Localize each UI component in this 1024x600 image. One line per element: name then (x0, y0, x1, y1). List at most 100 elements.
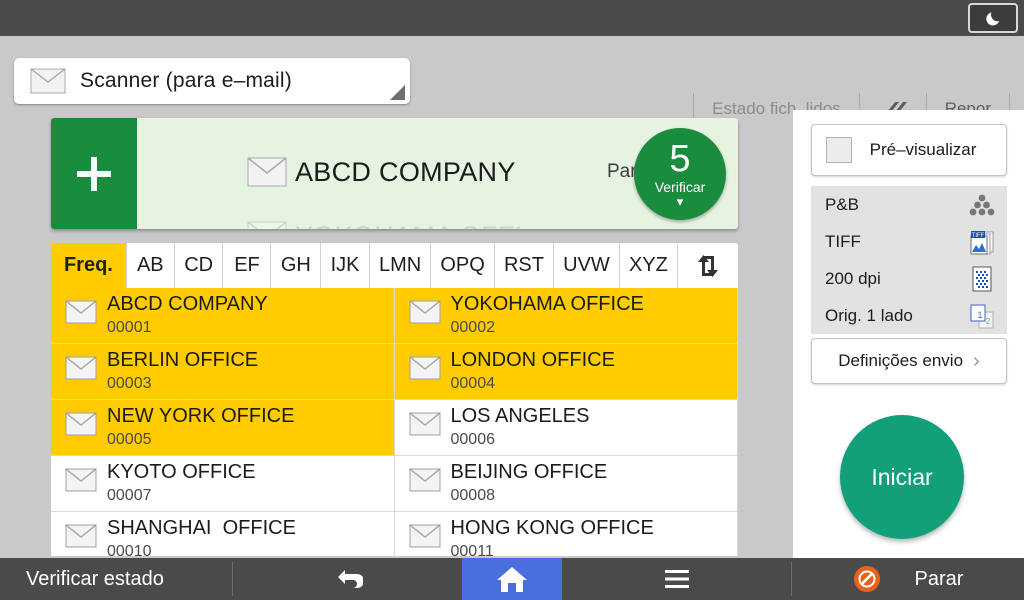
address-name: LONDON OFFICE (450, 349, 615, 371)
recipient-name: ABCD COMPANY (295, 156, 516, 187)
recipient-count: 5 (669, 137, 691, 180)
address-entry[interactable]: NEW YORK OFFICE 00005 (51, 400, 395, 456)
setting-label: TIFF (825, 231, 861, 251)
envelope-icon (65, 412, 97, 436)
plus-icon (91, 156, 97, 191)
preview-toggle[interactable]: Pré–visualizar (811, 124, 1007, 176)
address-name: ABCD COMPANY (107, 293, 268, 315)
address-name: KYOTO OFFICE (107, 461, 256, 483)
bottom-bar: Verificar estado Parar (0, 558, 1024, 600)
address-id: 00004 (450, 375, 496, 392)
envelope-icon (65, 468, 97, 492)
stop-icon (853, 566, 880, 592)
sleep-mode-button[interactable] (968, 3, 1018, 33)
check-status-button[interactable]: Verificar estado (0, 558, 232, 600)
back-button[interactable] (233, 558, 462, 600)
add-recipient-button[interactable] (51, 118, 137, 229)
dropdown-corner-icon (390, 85, 405, 100)
address-name: LOS ANGELES (450, 405, 590, 427)
check-label: Verificar (654, 178, 706, 195)
tab-ijk[interactable]: IJK (321, 243, 370, 288)
address-entry[interactable]: BERLIN OFFICE 00003 (51, 344, 395, 400)
swap-arrows-icon (698, 254, 719, 277)
switch-list-button[interactable] (678, 243, 738, 288)
start-button-label: Iniciar (871, 463, 933, 490)
check-status-label: Verificar estado (26, 567, 164, 590)
address-id: 00006 (450, 431, 496, 448)
tab-lmn[interactable]: LMN (369, 243, 432, 288)
tab-cd[interactable]: CD (174, 243, 224, 288)
svg-text:TIFF: TIFF (972, 233, 985, 239)
preview-label: Pré–visualizar (869, 140, 977, 159)
envelope-icon (409, 468, 440, 492)
tab-uvw[interactable]: UVW (554, 243, 620, 288)
address-list: ABCD COMPANY 00001 YOKOHAMA OFFICE 00002 BER… (51, 288, 738, 556)
setting-row-color[interactable]: P&B (811, 186, 1007, 223)
address-name: HONG KONG OFFICE (450, 517, 654, 539)
bw-dots-icon (969, 194, 995, 216)
setting-row-resolution[interactable]: 200 dpi (811, 260, 1007, 297)
address-id: 00005 (107, 431, 152, 448)
envelope-icon (65, 300, 97, 324)
address-entry[interactable]: ABCD COMPANY 00001 (51, 288, 395, 344)
preview-checkbox[interactable] (826, 137, 852, 163)
setting-label: 200 dpi (825, 268, 881, 288)
address-name: BEIJING OFFICE (450, 461, 608, 483)
scan-settings-summary: P&B TIFF TIFF 200 dpi Orig. 1 lado 2 1 (811, 186, 1007, 334)
tab-ab[interactable]: AB (126, 243, 175, 288)
address-entry[interactable]: HONG KONG OFFICE 00011 (394, 512, 738, 556)
recipient-banner: ABCD COMPANY Para YOKOHAMA OFFI 5 Verifi… (51, 118, 738, 229)
address-name: NEW YORK OFFICE (107, 405, 295, 427)
envelope-icon (409, 300, 440, 324)
envelope-icon (247, 221, 287, 229)
hamburger-menu-icon (664, 570, 689, 588)
address-id: 00001 (107, 319, 152, 336)
menu-button[interactable] (562, 558, 791, 600)
address-id: 00010 (107, 543, 152, 556)
address-entry[interactable]: YOKOHAMA OFFICE 00002 (394, 288, 738, 344)
setting-row-format[interactable]: TIFF TIFF (811, 223, 1007, 260)
back-arrow-icon (337, 570, 363, 588)
tab-freq[interactable]: Freq. (51, 243, 127, 288)
header-strip: Scanner (para e–mail) Estado fich. lidos… (0, 36, 1024, 125)
check-recipients-badge[interactable]: 5 Verificar ▾ (634, 128, 726, 220)
send-settings-button[interactable]: Definições envio › (811, 338, 1007, 384)
address-entry[interactable]: BEIJING OFFICE 00008 (394, 456, 738, 512)
tab-rst[interactable]: RST (494, 243, 555, 288)
envelope-icon (65, 524, 97, 548)
envelope-icon (247, 157, 287, 187)
envelope-icon (409, 412, 440, 436)
stop-button[interactable]: Parar (792, 558, 1024, 600)
address-entry[interactable]: SHANGHAI OFFICE 00010 (51, 512, 395, 556)
address-entry[interactable]: LOS ANGELES 00006 (394, 400, 738, 456)
tab-gh[interactable]: GH (271, 243, 322, 288)
setting-label: P&B (825, 194, 860, 214)
address-name: BERLIN OFFICE (107, 349, 259, 371)
home-icon (497, 567, 527, 592)
envelope-icon (30, 68, 66, 94)
right-panel: Pré–visualizar P&B TIFF TIFF 200 dpi Ori… (793, 110, 1024, 558)
recipient-row[interactable]: YOKOHAMA OFFI (137, 208, 738, 229)
address-id: 00002 (450, 319, 496, 336)
envelope-icon (409, 356, 440, 380)
setting-label: Orig. 1 lado (825, 305, 913, 325)
svg-text:1: 1 (977, 310, 982, 320)
home-button[interactable] (462, 558, 562, 600)
tab-opq[interactable]: OPQ (431, 243, 495, 288)
address-entry[interactable]: KYOTO OFFICE 00007 (51, 456, 395, 512)
moon-icon (985, 11, 999, 25)
address-entry[interactable]: LONDON OFFICE 00004 (394, 344, 738, 400)
tab-ef[interactable]: EF (223, 243, 272, 288)
address-id: 00007 (107, 487, 152, 504)
start-button[interactable]: Iniciar (840, 415, 964, 539)
svg-text:2: 2 (986, 317, 991, 326)
address-name: SHANGHAI OFFICE (107, 517, 296, 539)
scanner-screen: Scanner (para e–mail) Estado fich. lidos… (0, 0, 1024, 600)
address-id: 00003 (107, 375, 152, 392)
app-selector-dropdown[interactable]: Scanner (para e–mail) (14, 58, 410, 104)
resolution-page-icon (972, 266, 992, 292)
setting-row-original-side[interactable]: Orig. 1 lado 2 1 (811, 297, 1007, 334)
recipient-name: YOKOHAMA OFFI (295, 221, 522, 230)
tab-xyz[interactable]: XYZ (619, 243, 679, 288)
address-tabs: Freq. AB CD EF GH IJK LMN OPQ RST UVW XYZ (51, 243, 738, 288)
